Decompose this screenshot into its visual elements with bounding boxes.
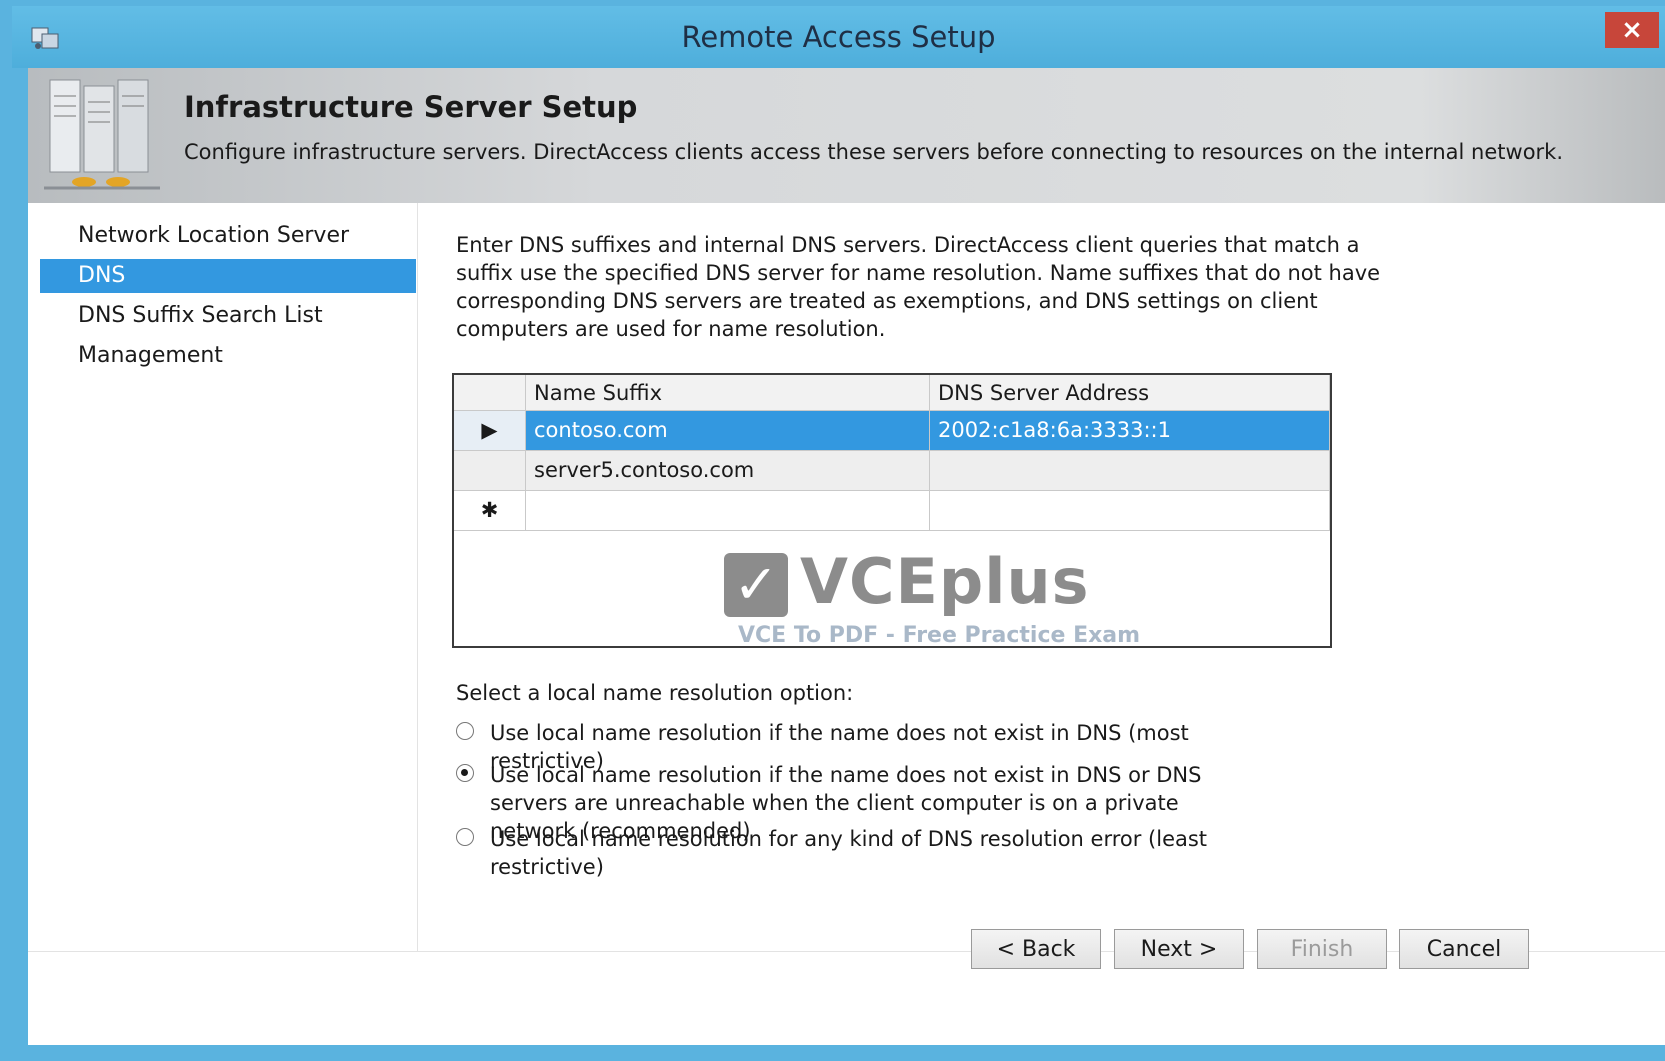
finish-button[interactable]: Finish (1257, 929, 1387, 969)
watermark-brand: VCEplus (800, 545, 1090, 618)
radio-button[interactable] (456, 722, 474, 740)
column-header-dns-server-address[interactable]: DNS Server Address (930, 375, 1330, 411)
nav-item-network-location-server[interactable]: Network Location Server (40, 219, 416, 253)
window-title: Remote Access Setup (681, 20, 996, 54)
page-title: Infrastructure Server Setup (184, 90, 638, 124)
page-description: Configure infrastructure servers. Direct… (184, 140, 1564, 164)
wizard-header: Infrastructure Server Setup Configure in… (28, 68, 1665, 203)
column-header-name-suffix[interactable]: Name Suffix (526, 375, 930, 411)
vceplus-watermark: ✓ VCEplus VCE To PDF - Free Practice Exa… (724, 545, 1184, 646)
window-bottom-border (0, 1045, 1665, 1061)
watermark-check-icon: ✓ (724, 553, 788, 617)
name-suffix-cell[interactable]: contoso.com (526, 411, 930, 451)
nav-item-dns-suffix-search-list[interactable]: DNS Suffix Search List (40, 299, 416, 333)
dns-description: Enter DNS suffixes and internal DNS serv… (456, 233, 1381, 341)
watermark-tagline: VCE To PDF - Free Practice Exam (738, 623, 1141, 648)
resolution-option-label: Select a local name resolution option: (456, 681, 854, 705)
wizard-body: Network Location Server DNS DNS Suffix S… (28, 203, 1665, 1051)
nav-item-dns[interactable]: DNS (40, 259, 416, 293)
grid-corner-cell (454, 375, 526, 411)
back-button[interactable]: < Back (971, 929, 1101, 969)
row-selector-arrow-icon[interactable]: ▶ (454, 411, 526, 451)
main-content: Enter DNS suffixes and internal DNS serv… (456, 231, 1656, 343)
server-icon (44, 79, 160, 190)
next-button[interactable]: Next > (1114, 929, 1244, 969)
table-row[interactable]: ▶ contoso.com 2002:c1a8:6a:3333::1 (454, 411, 1330, 451)
dns-server-address-cell[interactable] (930, 491, 1330, 531)
grid-header-row: Name Suffix DNS Server Address (454, 375, 1330, 415)
new-row-asterisk-icon[interactable]: ✱ (454, 491, 526, 531)
wizard-steps-nav: Network Location Server DNS DNS Suffix S… (28, 203, 418, 951)
radio-button-selected[interactable] (456, 764, 474, 782)
name-suffix-cell[interactable] (526, 491, 930, 531)
dns-server-address-cell[interactable] (930, 451, 1330, 491)
cancel-button[interactable]: Cancel (1399, 929, 1529, 969)
dns-grid[interactable]: Name Suffix DNS Server Address ▶ contoso… (452, 373, 1332, 648)
title-bar: Remote Access Setup × (12, 6, 1665, 68)
radio-label[interactable]: Use local name resolution for any kind o… (490, 825, 1290, 881)
new-table-row[interactable]: ✱ (454, 491, 1330, 531)
row-selector[interactable] (454, 451, 526, 491)
remote-access-setup-window: Remote Access Setup × Infrastructure Ser… (12, 6, 1665, 1061)
nav-item-management[interactable]: Management (40, 339, 416, 373)
name-suffix-cell[interactable]: server5.contoso.com (526, 451, 930, 491)
dns-server-address-cell[interactable]: 2002:c1a8:6a:3333::1 (930, 411, 1330, 451)
table-row[interactable]: server5.contoso.com (454, 451, 1330, 491)
close-button[interactable]: × (1605, 12, 1659, 48)
radio-button[interactable] (456, 828, 474, 846)
